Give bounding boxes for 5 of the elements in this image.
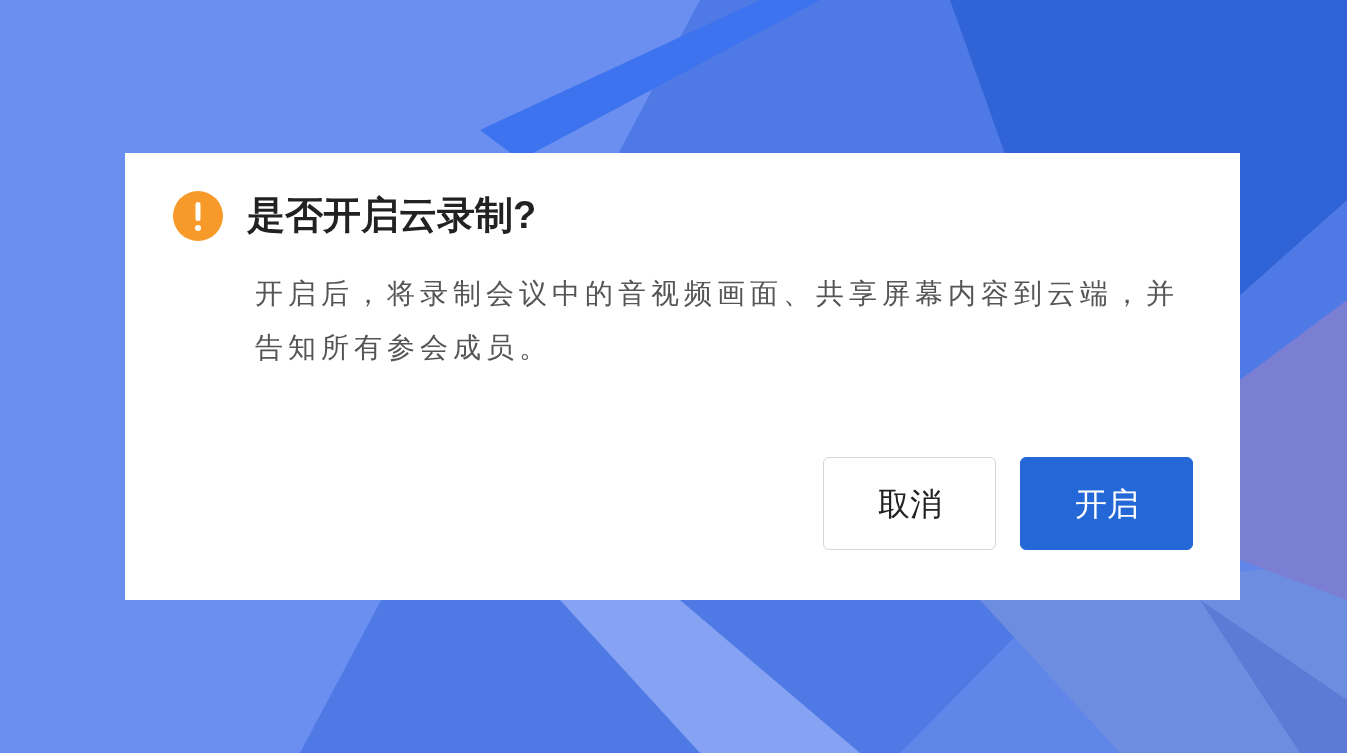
dialog-title: 是否开启云录制? (247, 193, 537, 239)
dialog-message: 开启后，将录制会议中的音视频画面、共享屏幕内容到云端，并告知所有参会成员。 (255, 277, 1180, 365)
confirm-button[interactable]: 开启 (1020, 457, 1193, 550)
cancel-button[interactable]: 取消 (823, 457, 996, 550)
warning-icon (173, 191, 223, 241)
